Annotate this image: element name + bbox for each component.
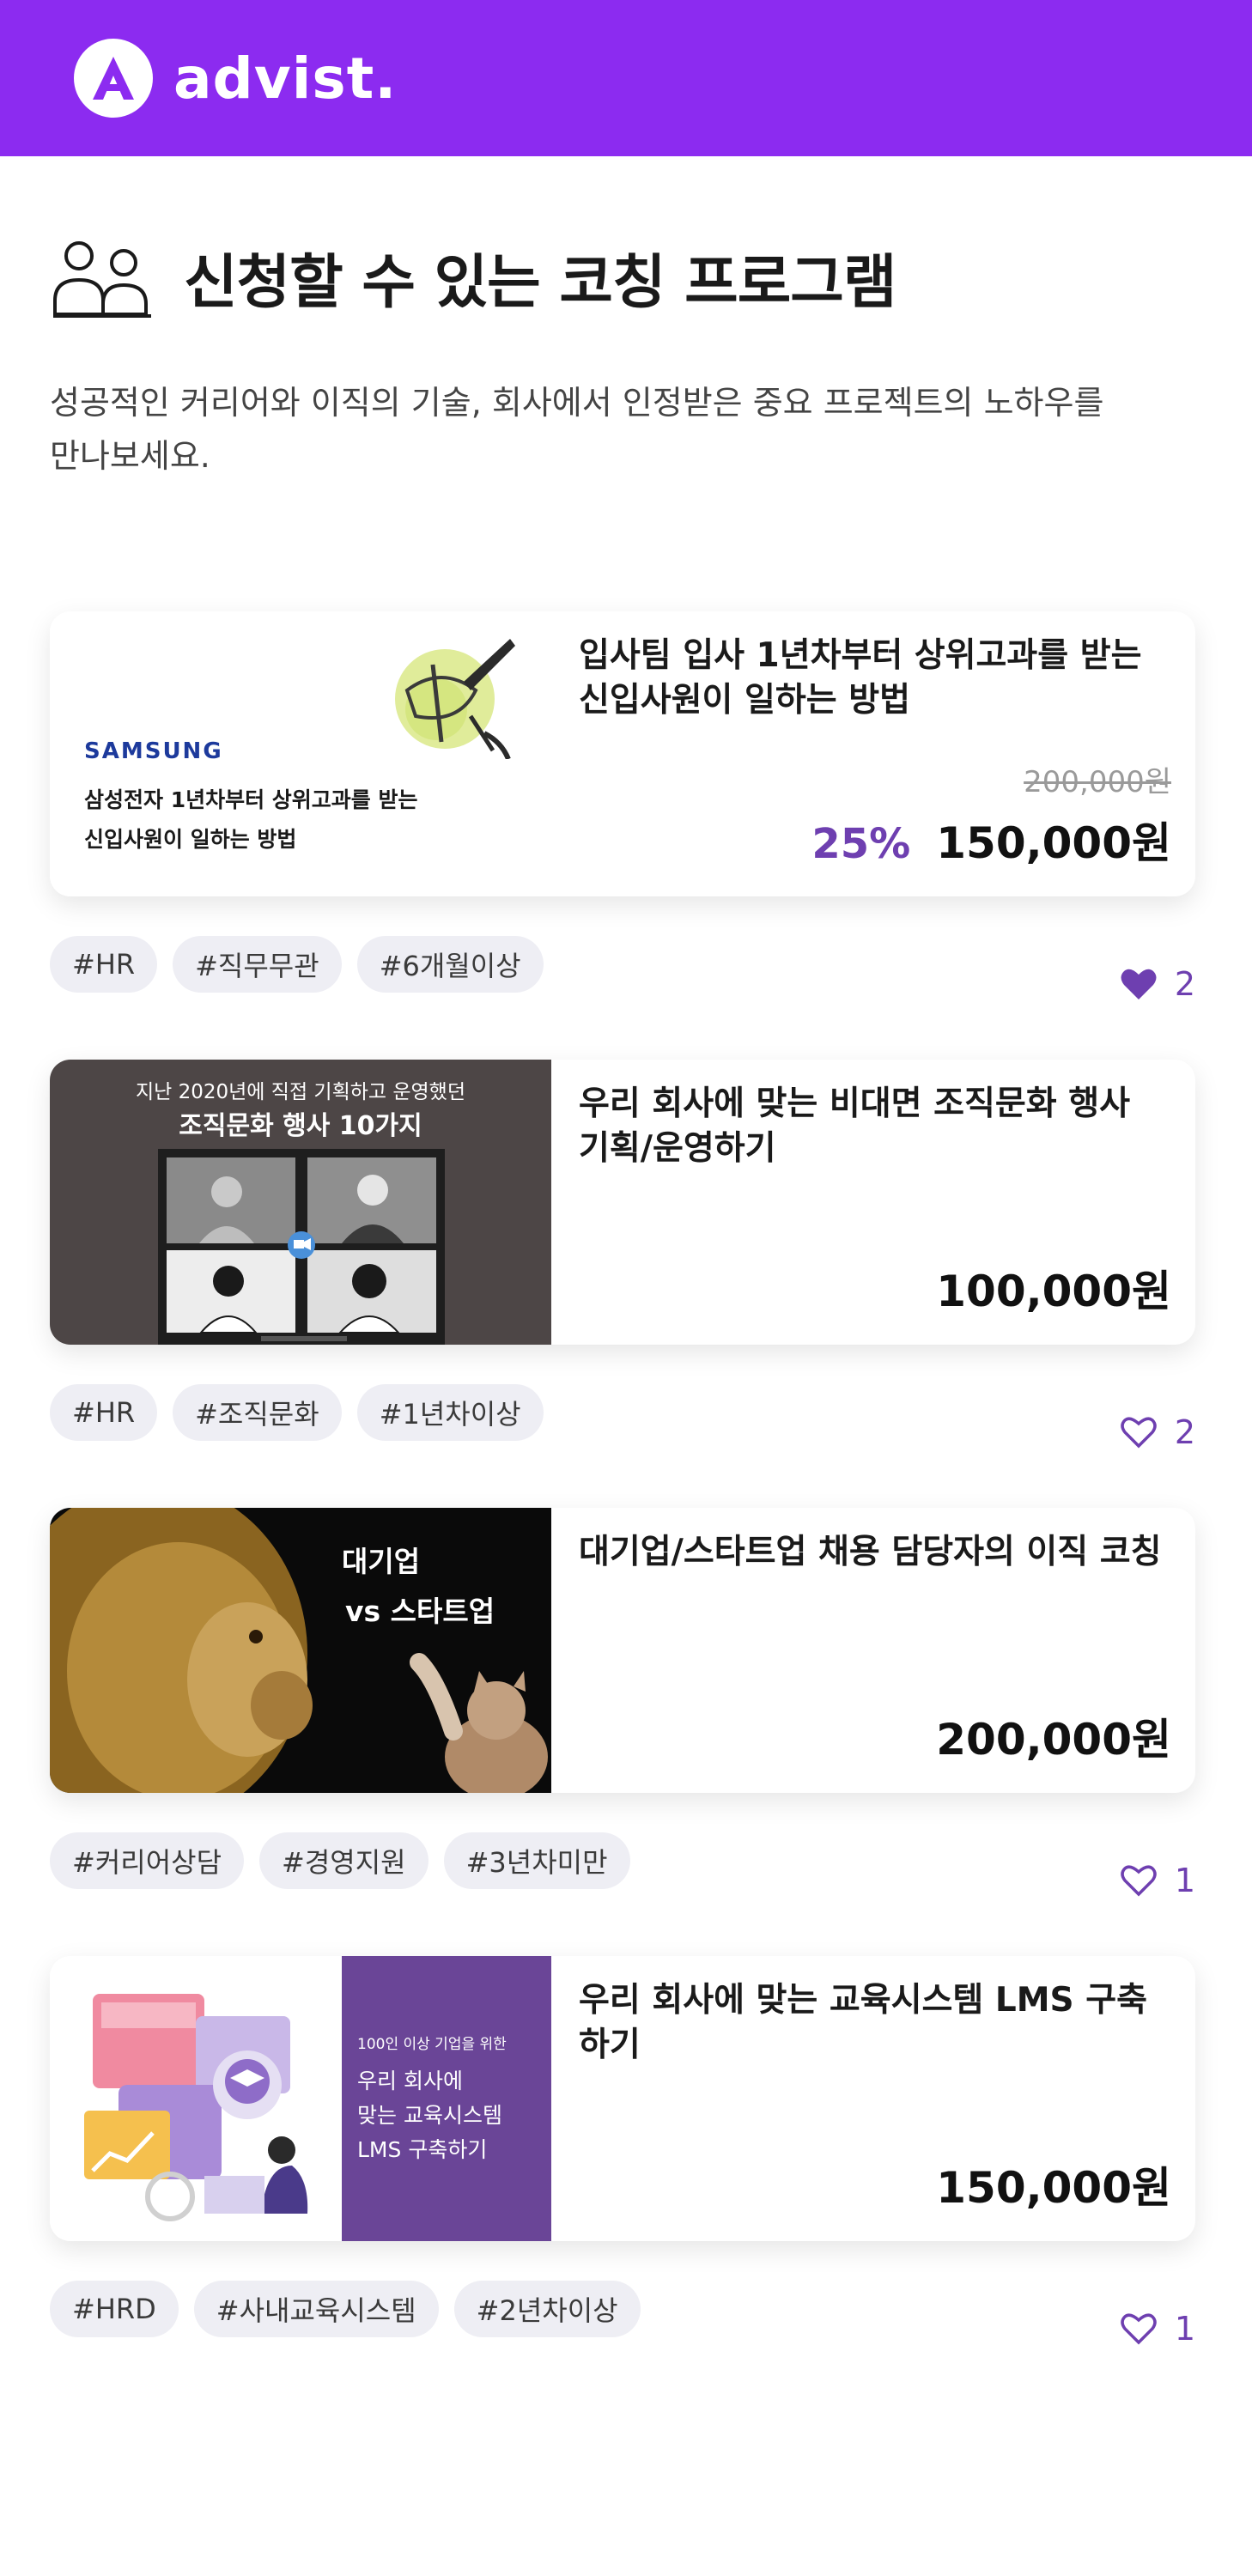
program-title[interactable]: 대기업/스타트업 채용 담당자의 이직 코칭 (579, 1530, 1171, 1575)
program-item: 대기업 vs 스타트업 대기업/스타트업 채용 담당자의 이직 코칭 200,0… (50, 1508, 1195, 1899)
heart-filled-icon (1121, 969, 1157, 999)
tag-chip[interactable]: #1년차이상 (356, 1384, 544, 1441)
intro-section: 신청할 수 있는 코칭 프로그램 성공적인 커리어와 이직의 기술, 회사에서 … (0, 156, 1252, 483)
thumbnail-panel: 100인 이상 기업을 위한 우리 회사에 맞는 교육시스템 LMS 구축하기 (342, 1956, 551, 2241)
program-price: 100,000원 (936, 1267, 1171, 1316)
program-thumbnail[interactable]: 100인 이상 기업을 위한 우리 회사에 맞는 교육시스템 LMS 구축하기 (50, 1956, 551, 2241)
thumbnail-caption: 100인 이상 기업을 위한 (357, 2036, 507, 2053)
discount-rate: 25% (811, 820, 911, 868)
thumbnail-caption: 조직문화 행사 10가지 (179, 1111, 422, 1141)
people-icon (53, 241, 151, 318)
like-button[interactable]: 2 (1120, 965, 1195, 1003)
price-area: 200,000원 25% 150,000원 (579, 758, 1171, 871)
program-thumbnail[interactable]: 대기업 vs 스타트업 (50, 1508, 551, 1793)
like-count: 1 (1174, 1862, 1195, 1899)
thumbnail-brand: SAMSUNG (84, 738, 223, 764)
thumbnail-caption: LMS 구축하기 (357, 2137, 488, 2162)
page-description: 성공적인 커리어와 이직의 기술, 회사에서 인정받은 중요 프로젝트의 노하우… (50, 384, 1104, 475)
program-title[interactable]: 우리 회사에 맞는 비대면 조직문화 행사 기획/운영하기 (579, 1082, 1171, 1171)
program-card[interactable]: 100인 이상 기업을 위한 우리 회사에 맞는 교육시스템 LMS 구축하기 … (50, 1956, 1195, 2241)
tag-list: #커리어상담 #경영지원 #3년차미만 1 (50, 1832, 1195, 1899)
tag-chip[interactable]: #조직문화 (173, 1384, 342, 1441)
like-button[interactable]: 1 (1120, 1862, 1195, 1899)
program-thumbnail[interactable]: SAMSUNG 삼성전자 1년차부터 상위고과를 받는 신입사원이 일하는 방법 (50, 611, 551, 896)
program-info: 우리 회사에 맞는 비대면 조직문화 행사 기획/운영하기 100,000원 (551, 1060, 1195, 1345)
thumbnail-caption: 지난 2020년에 직접 기획하고 운영했던 (135, 1081, 466, 1103)
app-header: advist. (0, 0, 1252, 156)
tag-chip[interactable]: #경영지원 (259, 1832, 428, 1889)
price-area: 150,000원 (579, 2154, 1171, 2215)
price-area: 100,000원 (579, 1257, 1171, 1319)
program-title[interactable]: 우리 회사에 맞는 교육시스템 LMS 구축하기 (579, 1978, 1171, 2068)
thumbnail-caption: 신입사원이 일하는 방법 (84, 827, 297, 852)
heart-outline-icon (1121, 1417, 1157, 1449)
heart-outline-icon (1121, 1865, 1157, 1897)
thumbnail-caption: vs 스타트업 (345, 1595, 495, 1628)
like-button[interactable]: 2 (1120, 1413, 1195, 1451)
brush-illustration (395, 639, 515, 759)
program-card[interactable]: 대기업 vs 스타트업 대기업/스타트업 채용 담당자의 이직 코칭 200,0… (50, 1508, 1195, 1793)
thumbnail-caption: 맞는 교육시스템 (357, 2103, 502, 2128)
program-info: 우리 회사에 맞는 교육시스템 LMS 구축하기 150,000원 (551, 1956, 1195, 2241)
logo-icon[interactable] (74, 39, 153, 118)
program-card[interactable]: SAMSUNG 삼성전자 1년차부터 상위고과를 받는 신입사원이 일하는 방법… (50, 611, 1195, 896)
like-count: 1 (1174, 2310, 1195, 2348)
logo-text[interactable]: advist. (173, 46, 397, 112)
video-call-illustration (158, 1149, 445, 1345)
program-thumbnail[interactable]: 지난 2020년에 직접 기획하고 운영했던 조직문화 행사 10가지 (50, 1060, 551, 1345)
like-count: 2 (1174, 1413, 1195, 1451)
lms-illustration (84, 1994, 308, 2221)
thumbnail-caption: 우리 회사에 (357, 2069, 463, 2093)
program-price: 150,000원 (936, 818, 1171, 868)
tag-chip[interactable]: #커리어상담 (50, 1832, 245, 1889)
tag-chip[interactable]: #HRD (50, 2281, 179, 2337)
tag-chip[interactable]: #3년차미만 (443, 1832, 630, 1889)
program-info: 대기업/스타트업 채용 담당자의 이직 코칭 200,000원 (551, 1508, 1195, 1793)
program-info: 입사팀 입사 1년차부터 상위고과를 받는 신입사원이 일하는 방법 200,0… (551, 611, 1195, 896)
tag-chip[interactable]: #2년차이상 (453, 2281, 641, 2337)
program-price: 150,000원 (936, 2163, 1171, 2213)
like-button[interactable]: 1 (1120, 2310, 1195, 2348)
heart-outline-icon (1121, 2313, 1157, 2345)
tag-list: #HR #직무무관 #6개월이상 2 (50, 936, 1195, 1003)
tag-chip[interactable]: #HR (50, 936, 158, 993)
original-price: 200,000원 (1024, 765, 1171, 799)
tag-chip[interactable]: #HR (50, 1384, 158, 1441)
price-area: 200,000원 (579, 1705, 1171, 1767)
tag-list: #HRD #사내교육시스템 #2년차이상 1 (50, 2281, 1195, 2348)
program-card[interactable]: 지난 2020년에 직접 기획하고 운영했던 조직문화 행사 10가지 우리 회… (50, 1060, 1195, 1345)
program-title[interactable]: 입사팀 입사 1년차부터 상위고과를 받는 신입사원이 일하는 방법 (579, 634, 1171, 723)
program-list: SAMSUNG 삼성전자 1년차부터 상위고과를 받는 신입사원이 일하는 방법… (50, 611, 1195, 2404)
lion-cat-illustration (50, 1508, 548, 1793)
tag-list: #HR #조직문화 #1년차이상 2 (50, 1384, 1195, 1451)
tag-chip[interactable]: #사내교육시스템 (193, 2281, 439, 2337)
page-title: 신청할 수 있는 코칭 프로그램 (184, 248, 896, 317)
program-price: 200,000원 (936, 1715, 1171, 1765)
thumbnail-caption: 대기업 (342, 1545, 421, 1578)
program-item: SAMSUNG 삼성전자 1년차부터 상위고과를 받는 신입사원이 일하는 방법… (50, 611, 1195, 1003)
program-item: 지난 2020년에 직접 기획하고 운영했던 조직문화 행사 10가지 우리 회… (50, 1060, 1195, 1451)
like-count: 2 (1174, 965, 1195, 1003)
tag-chip[interactable]: #직무무관 (173, 936, 342, 993)
program-item: 100인 이상 기업을 위한 우리 회사에 맞는 교육시스템 LMS 구축하기 … (50, 1956, 1195, 2348)
tag-chip[interactable]: #6개월이상 (356, 936, 544, 993)
thumbnail-caption: 삼성전자 1년차부터 상위고과를 받는 (84, 787, 418, 812)
